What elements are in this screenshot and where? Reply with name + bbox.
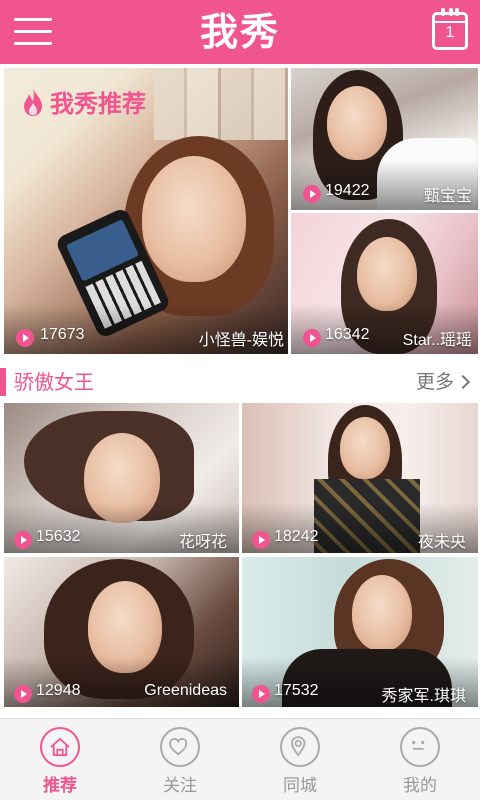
grid-tile[interactable]: 18242 夜未央 — [242, 403, 478, 553]
chevron-right-icon — [455, 374, 471, 390]
heart-icon — [160, 727, 200, 767]
play-icon — [252, 685, 270, 703]
view-count: 17673 — [40, 326, 85, 343]
nav-label: 推荐 — [43, 776, 77, 796]
view-count: 19422 — [325, 182, 370, 199]
performer-name: 花呀花 — [178, 534, 227, 551]
figure-face — [352, 575, 412, 651]
view-count: 17532 — [274, 682, 319, 699]
calendar-button[interactable]: 1 — [432, 8, 468, 50]
performer-name: Greenideas — [144, 682, 227, 699]
figure-face — [357, 237, 417, 311]
nav-label: 同城 — [283, 776, 317, 796]
performer-name: 夜未央 — [417, 534, 466, 551]
featured-label: 我秀推荐 — [22, 84, 146, 119]
performer-name: Star..瑶瑶 — [402, 332, 472, 349]
more-link[interactable]: 更多 — [415, 368, 471, 396]
performer-name: 甄宝宝 — [423, 188, 472, 205]
figure-face — [327, 86, 387, 160]
bottom-nav: 推荐 关注 同城 我的 — [0, 718, 480, 800]
face-icon — [400, 727, 440, 767]
performer-name: 秀家军.琪琪 — [381, 688, 466, 705]
calendar-day: 1 — [445, 24, 455, 41]
nav-label: 关注 — [163, 776, 197, 796]
nav-nearby[interactable]: 同城 — [240, 719, 360, 800]
section-title: 骄傲女王 — [14, 370, 94, 394]
figure-face — [340, 417, 390, 479]
featured-main-tile[interactable]: 我秀推荐 17673 小怪兽-娱悦 — [4, 68, 288, 354]
app-header: 我秀 1 — [0, 0, 480, 64]
featured-label-text: 我秀推荐 — [50, 90, 146, 118]
featured-side-tile-1[interactable]: 19422 甄宝宝 — [291, 68, 478, 210]
app-title: 我秀 — [199, 10, 280, 54]
grid-tile[interactable]: 15632 花呀花 — [4, 403, 239, 553]
play-icon — [14, 685, 32, 703]
nav-label: 我的 — [403, 776, 437, 796]
nav-recommend[interactable]: 推荐 — [0, 719, 120, 800]
location-pin-icon — [280, 727, 320, 767]
calendar-icon — [441, 8, 459, 16]
view-count: 15632 — [36, 528, 81, 545]
play-icon — [303, 329, 321, 347]
featured-collage — [154, 68, 288, 140]
performer-name: 小怪兽-娱悦 — [198, 332, 284, 349]
nav-follow[interactable]: 关注 — [120, 719, 240, 800]
play-icon — [303, 185, 321, 203]
view-count: 12948 — [36, 682, 81, 699]
more-label: 更多 — [415, 371, 454, 393]
figure-face — [142, 156, 246, 282]
nav-me[interactable]: 我的 — [360, 719, 480, 800]
grid-tile[interactable]: 17532 秀家军.琪琪 — [242, 557, 478, 707]
play-icon — [252, 531, 270, 549]
view-count: 16342 — [325, 326, 370, 343]
grid-tile[interactable]: 12948 Greenideas — [4, 557, 239, 707]
home-icon — [40, 727, 80, 767]
play-icon — [14, 531, 32, 549]
flame-icon — [24, 87, 42, 116]
section-accent-bar — [0, 368, 6, 396]
play-icon — [16, 329, 34, 347]
view-count: 18242 — [274, 528, 319, 545]
featured-side-tile-2[interactable]: 16342 Star..瑶瑶 — [291, 213, 478, 354]
